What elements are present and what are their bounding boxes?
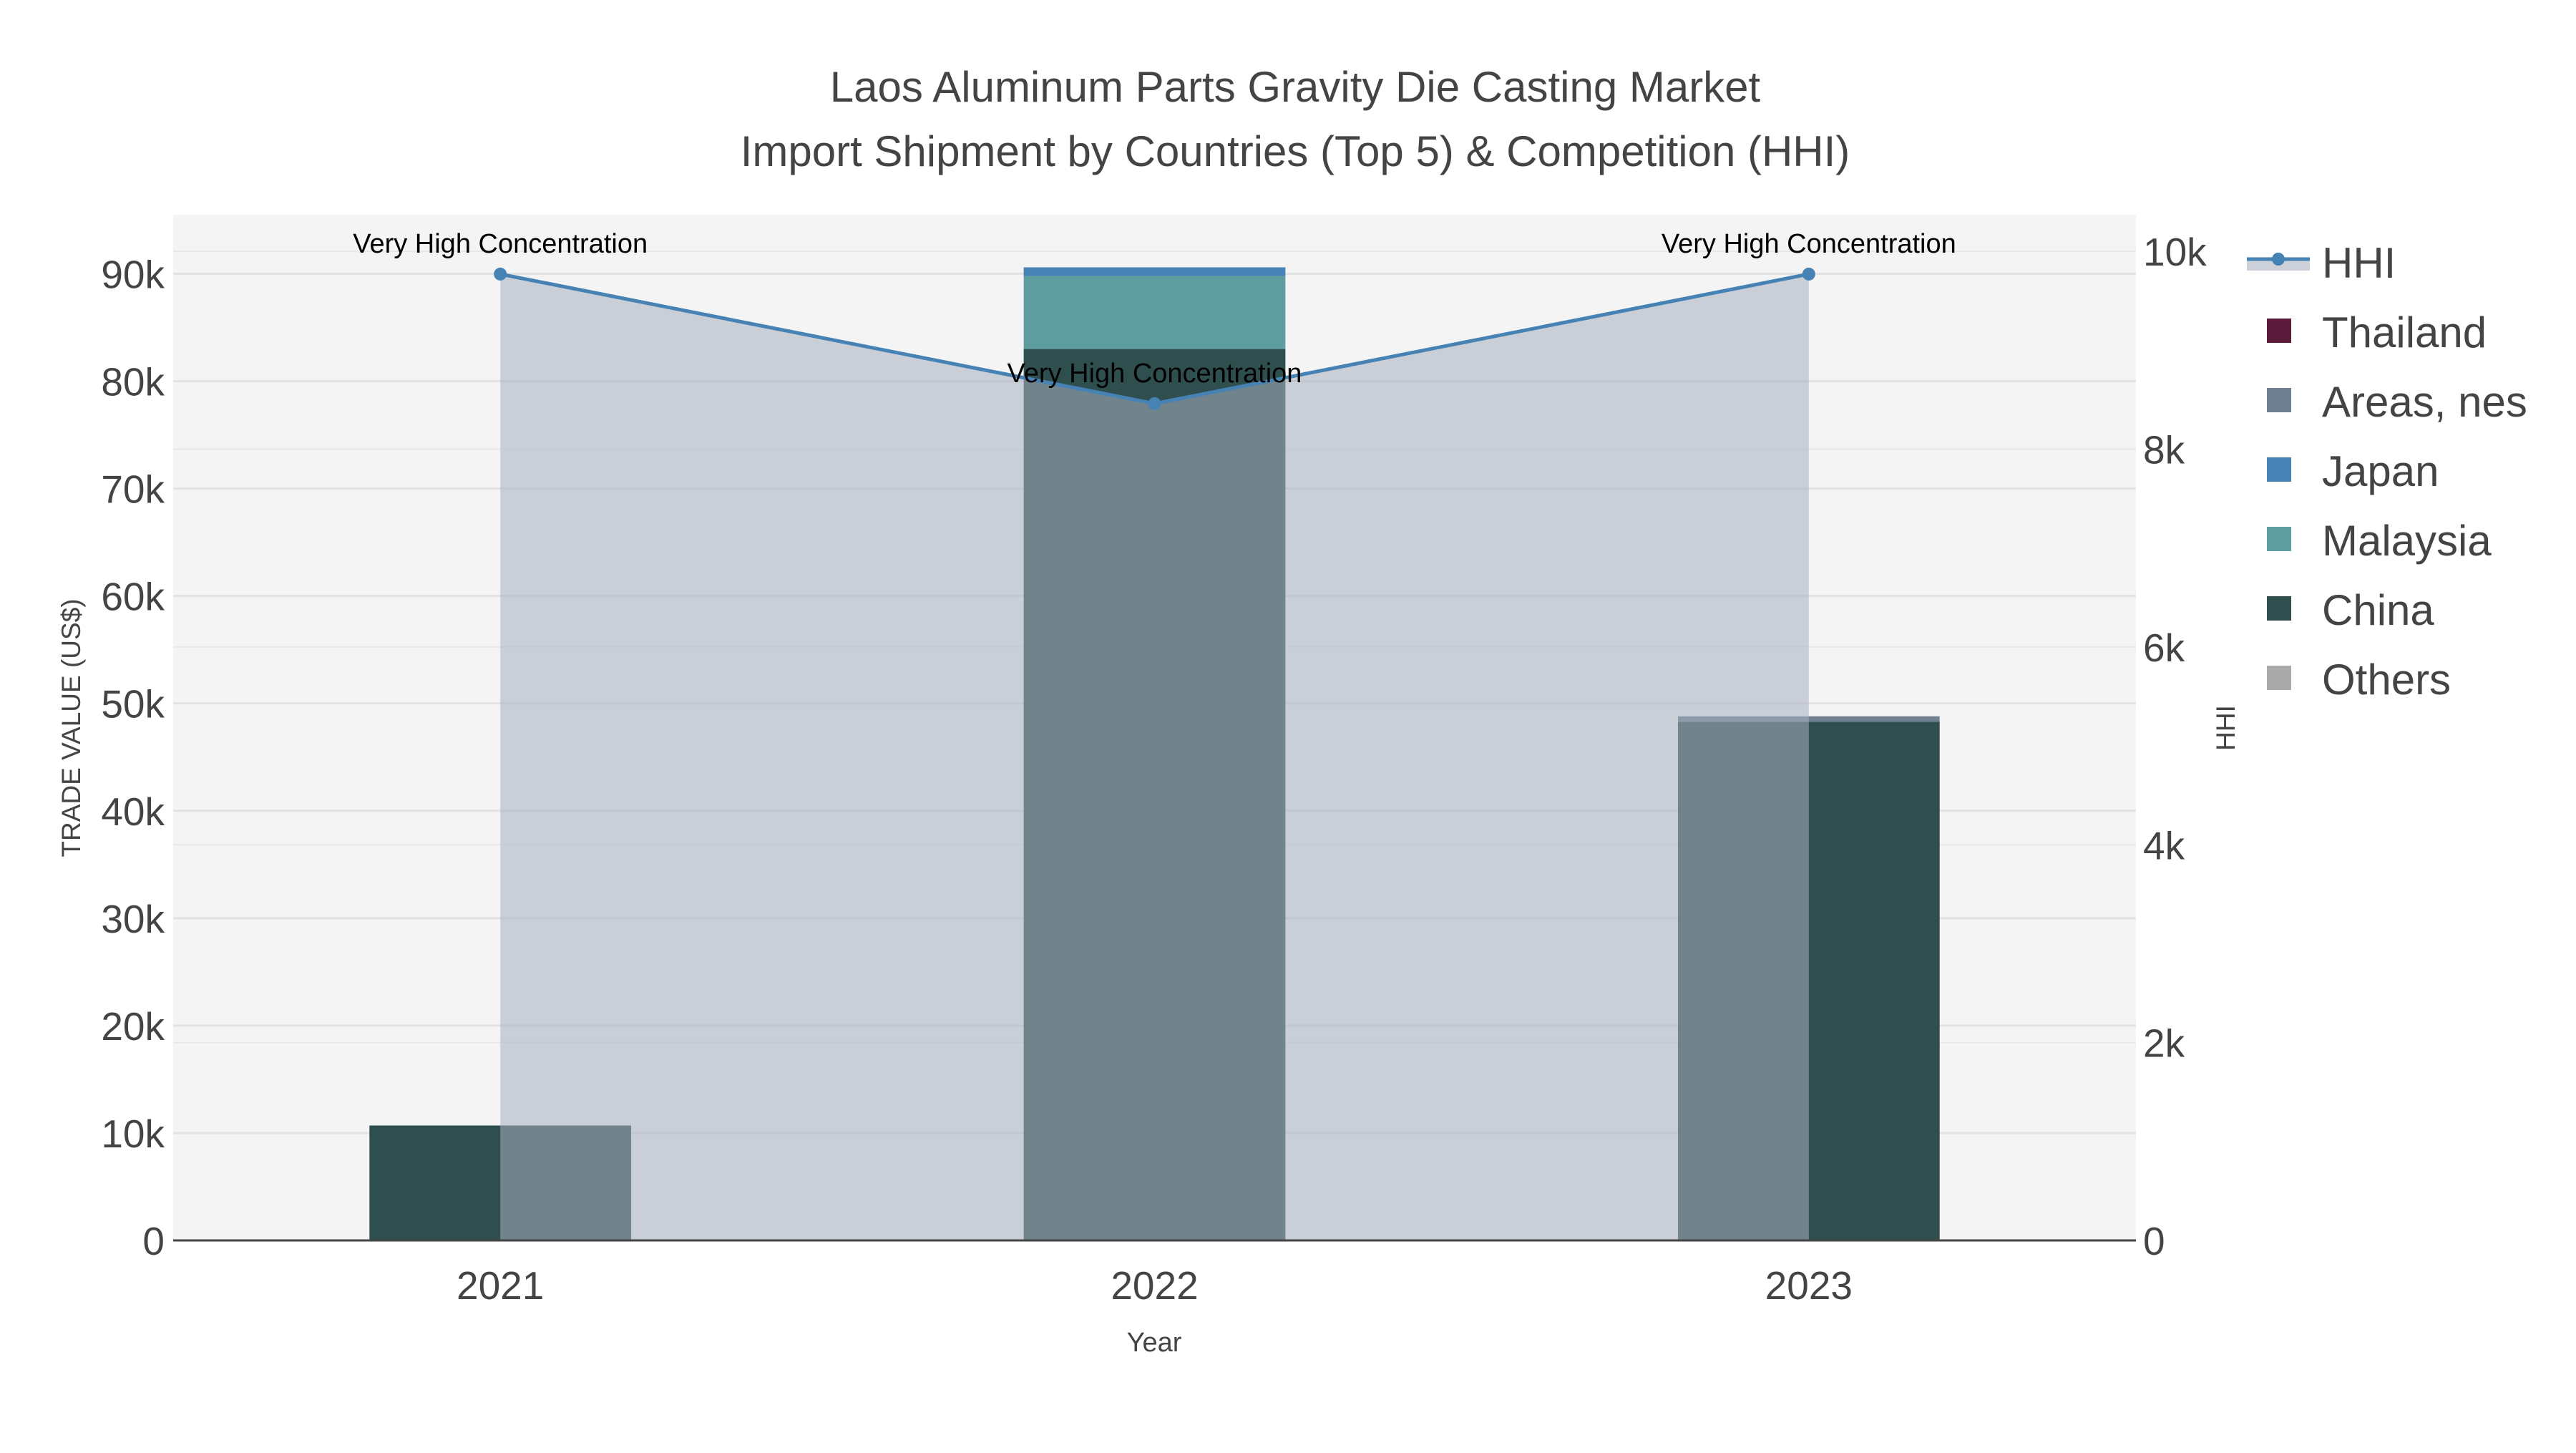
hhi-annotation: Very High Concentration xyxy=(353,229,648,259)
legend-label: HHI xyxy=(2322,239,2396,287)
x-axis-title: Year xyxy=(1127,1328,1182,1358)
y2-tick-label: 4k xyxy=(2143,823,2185,868)
y-tick-label: 0 xyxy=(142,1219,165,1263)
chart: Very High Concentration Very High Concent… xyxy=(57,63,2527,1358)
hhi-point xyxy=(494,267,507,281)
y-tick-label: 60k xyxy=(101,575,165,619)
legend-swatch xyxy=(2267,666,2291,690)
y-tick-label: 30k xyxy=(101,897,165,941)
hhi-annotation: Very High Concentration xyxy=(1662,229,1956,259)
y2-tick-label: 6k xyxy=(2143,626,2185,670)
legend-label: Japan xyxy=(2322,447,2439,495)
legend-label: Areas, nes xyxy=(2322,378,2527,426)
x-tick-label: 2022 xyxy=(1111,1263,1198,1308)
y2-tick-label: 0 xyxy=(2143,1219,2165,1263)
y-tick-label: 20k xyxy=(101,1004,165,1049)
y-tick-label: 10k xyxy=(101,1112,165,1156)
bar-malaysia xyxy=(1023,276,1286,349)
x-tick-label: 2023 xyxy=(1765,1263,1853,1308)
legend-label: China xyxy=(2322,586,2434,634)
legend-swatch xyxy=(2267,527,2291,551)
legend-hhi-marker-icon xyxy=(2272,253,2285,266)
y-tick-label: 90k xyxy=(101,253,165,297)
y-tick-label: 70k xyxy=(101,467,165,512)
y2-axis-title: HHI xyxy=(2211,705,2240,751)
bar-japan xyxy=(1023,267,1286,276)
y-tick-label: 40k xyxy=(101,789,165,834)
legend-label: Others xyxy=(2322,656,2451,704)
y2-tick-label: 8k xyxy=(2143,428,2185,472)
chart-title: Laos Aluminum Parts Gravity Die Casting … xyxy=(830,63,1761,111)
y2-tick-label: 2k xyxy=(2143,1021,2185,1066)
y-axis-title: TRADE VALUE (US$) xyxy=(57,598,86,857)
hhi-series: Very High Concentration Very High Concent… xyxy=(353,229,1956,1241)
hhi-annotation: Very High Concentration xyxy=(1008,359,1302,389)
legend-swatch xyxy=(2267,388,2291,412)
hhi-point xyxy=(1148,397,1161,410)
legend-swatch xyxy=(2267,596,2291,621)
chart-subtitle: Import Shipment by Countries (Top 5) & C… xyxy=(741,127,1850,175)
hhi-point xyxy=(1802,267,1815,281)
legend: HHI Thailand Areas, nes Japan Malaysia China O… xyxy=(2247,239,2527,704)
x-tick-label: 2021 xyxy=(457,1263,544,1308)
y-tick-label: 80k xyxy=(101,360,165,404)
hhi-area xyxy=(500,273,1809,1241)
legend-label: Thailand xyxy=(2322,308,2487,356)
legend-swatch xyxy=(2267,319,2291,343)
y2-tick-label: 10k xyxy=(2143,230,2207,274)
y-tick-label: 50k xyxy=(101,682,165,726)
legend-swatch xyxy=(2267,457,2291,482)
legend-label: Malaysia xyxy=(2322,517,2492,565)
